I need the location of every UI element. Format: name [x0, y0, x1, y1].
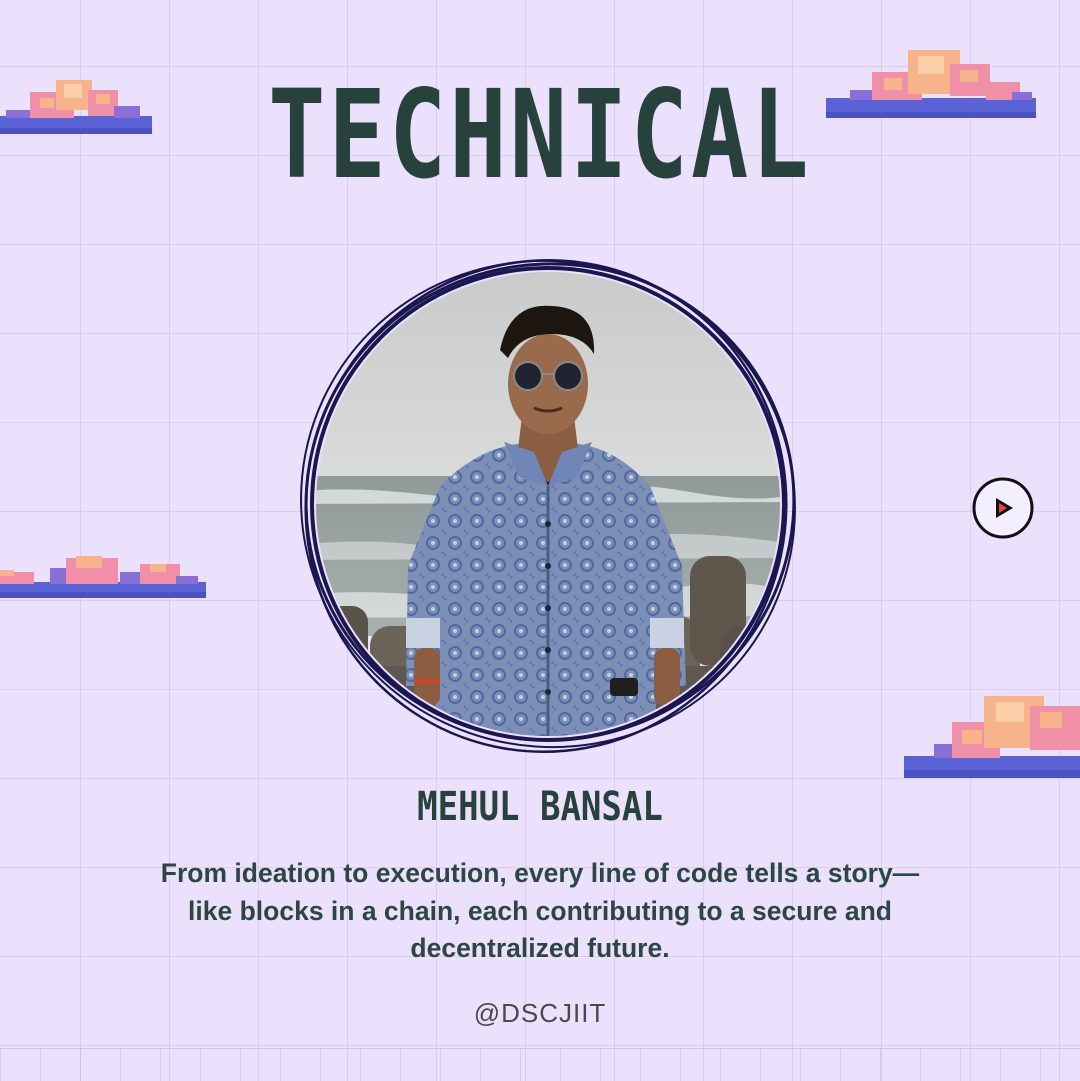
- pixel-cloud-middle-left: [0, 556, 206, 598]
- page-title: TECHNICAL: [268, 64, 812, 206]
- member-quote: From ideation to execution, every line o…: [160, 858, 920, 963]
- member-name: MEHUL BANSAL: [417, 784, 663, 830]
- social-handle: @DSCJIIT: [473, 998, 607, 1028]
- play-icon[interactable]: [971, 476, 1035, 540]
- pixel-cloud-bottom-right: [904, 696, 1080, 778]
- portrait: [290, 246, 806, 762]
- member-photo: [300, 259, 796, 753]
- bottom-grid-strip: [0, 1048, 1080, 1081]
